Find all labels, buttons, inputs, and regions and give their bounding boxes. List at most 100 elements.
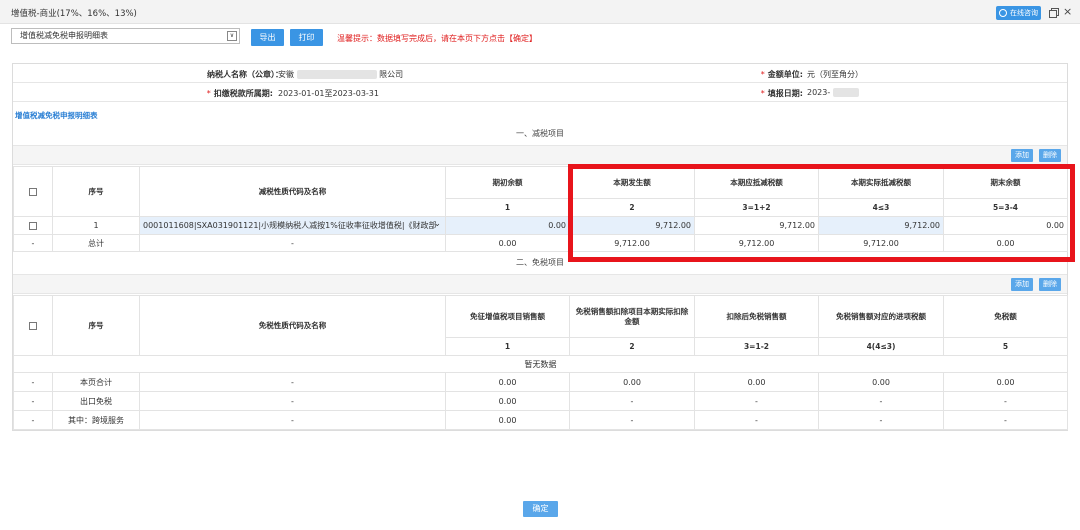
table-row: - 本页合计 - 0.00 0.00 0.00 0.00 0.00: [13, 372, 1068, 392]
row-seq: 1: [52, 216, 140, 235]
row-c4: -: [818, 410, 944, 430]
required-star: *: [760, 89, 765, 98]
col-num: 1: [445, 198, 570, 217]
exemption-select-all-cell: [13, 295, 53, 356]
row-name: -: [139, 410, 446, 430]
row-c2: -: [569, 391, 695, 411]
col-num: 5: [943, 337, 1068, 356]
table-row: - 出口免税 - 0.00 - - - -: [13, 391, 1068, 411]
online-consult-label: 在线咨询: [1010, 9, 1038, 17]
headset-icon: [999, 9, 1007, 17]
reduction-code-select[interactable]: 0001011608|SXA031901121|小规模纳税人减按1%征收率征收增…: [139, 216, 446, 235]
header-net-exempt-sales: 扣除后免税销售额: [694, 295, 819, 338]
row-c3: -: [694, 391, 819, 411]
highlight-annotation-box: [568, 164, 1075, 262]
header-exempt-amount: 免税额: [943, 295, 1068, 338]
close-icon[interactable]: ×: [1063, 6, 1073, 17]
print-button[interactable]: 打印: [290, 29, 323, 46]
taxpayer-name-label: 纳税人名称（公章）：: [207, 70, 283, 79]
empty-data-text: 暂无数据: [13, 355, 1068, 373]
fill-date-label: * 填报日期:: [703, 88, 803, 99]
total-c1: 0.00: [445, 234, 570, 252]
amount-unit-value: 元（列至角分）: [807, 70, 863, 79]
select-all-checkbox[interactable]: [29, 321, 37, 330]
header-input-tax: 免税销售额对应的进项税额: [818, 295, 944, 338]
window-title: 增值税-商业(17%、16%、13%): [11, 9, 137, 19]
row-c3: -: [694, 410, 819, 430]
row-c5: -: [943, 410, 1068, 430]
reduction-code-value: 0001011608|SXA031901121|小规模纳税人减按1%征收率征收增…: [143, 221, 437, 230]
header-name: 免税性质代码及名称: [139, 295, 446, 356]
period-value: 2023-01-01至2023-03-31: [278, 89, 379, 98]
redaction-mask: [296, 70, 377, 79]
reduction-toolbar: 添加 删除: [13, 145, 1067, 165]
period-label-text: 扣缴税款所属期:: [213, 89, 273, 98]
info-row-period: * 扣缴税款所属期: 2023-01-01至2023-03-31 * 填报日期: 2…: [13, 83, 1067, 102]
confirm-button[interactable]: 确定: [523, 501, 558, 517]
header-deducted-amount: 免税销售额扣除项目本期实际扣除金额: [569, 295, 695, 338]
taxpayer-name-value: 安徽 限公司: [278, 69, 403, 80]
opening-balance-input[interactable]: 0.00: [445, 216, 570, 235]
report-type-select[interactable]: 增值税减免税申报明细表 ∨: [11, 28, 240, 44]
row-c1: 0.00: [445, 391, 570, 411]
row-checkbox-cell: [13, 216, 53, 235]
col-num: 1: [445, 337, 570, 356]
row-checkbox[interactable]: [29, 221, 37, 230]
window-titlebar: 增值税-商业(17%、16%、13%) 在线咨询 ×: [0, 0, 1080, 24]
chevron-down-icon[interactable]: ⌄: [433, 219, 441, 229]
select-all-checkbox[interactable]: [29, 187, 37, 196]
period-label: * 扣缴税款所属期:: [123, 88, 273, 99]
row-dash: -: [13, 372, 53, 392]
row-dash: -: [13, 410, 53, 430]
report-type-value: 增值税减免税申报明细表: [20, 31, 108, 40]
row-label: 出口免税: [52, 391, 140, 411]
reduction-select-all-cell: [13, 166, 53, 217]
reduction-section-title: 一、减税项目: [516, 129, 564, 138]
chevron-down-icon[interactable]: ∨: [227, 31, 237, 41]
taxpayer-name-suffix: 限公司: [379, 70, 404, 79]
export-button[interactable]: 导出: [251, 29, 284, 46]
col-num: 4(4≤3): [818, 337, 944, 356]
required-star: *: [206, 89, 211, 98]
row-c4: 0.00: [818, 372, 944, 392]
row-c5: -: [943, 391, 1068, 411]
exemption-add-button[interactable]: 添加: [1011, 278, 1033, 291]
row-c1: 0.00: [445, 410, 570, 430]
fill-date-value: 2023-: [807, 88, 859, 97]
row-name: -: [139, 391, 446, 411]
reduction-delete-button[interactable]: 删除: [1039, 149, 1061, 162]
row-c4: -: [818, 391, 944, 411]
table-row: - 其中：跨境服务 - 0.00 - - - -: [13, 410, 1068, 430]
form-title-link[interactable]: 增值税减免税申报明细表: [15, 110, 98, 121]
exemption-toolbar: 添加 删除: [13, 274, 1067, 294]
online-consult-button[interactable]: 在线咨询: [996, 6, 1041, 20]
info-row-taxpayer: 纳税人名称（公章）： 安徽 限公司 * 金额单位: 元（列至角分）: [13, 64, 1067, 83]
total-label: 总计: [52, 234, 140, 252]
row-c5: 0.00: [943, 372, 1068, 392]
header-seq: 序号: [52, 166, 140, 217]
amount-unit-label-text: 金额单位:: [767, 70, 803, 79]
col-num: 2: [569, 337, 695, 356]
tip-text: 温馨提示：数据填写完成后，请在本页下方点击【确定】: [337, 34, 537, 43]
exemption-table: 序号 免税性质代码及名称 免征增值税项目销售额 免税销售额扣除项目本期实际扣除金…: [13, 295, 1068, 430]
header-opening-balance: 期初余额: [445, 166, 570, 199]
row-label: 本页合计: [52, 372, 140, 392]
required-star: *: [760, 70, 765, 79]
row-c1: 0.00: [445, 372, 570, 392]
col-num: 3=1-2: [694, 337, 819, 356]
restore-window-icon[interactable]: [1049, 8, 1059, 18]
amount-unit-label: * 金额单位:: [703, 69, 803, 80]
row-label: 其中：跨境服务: [52, 410, 140, 430]
redaction-mask: [832, 88, 859, 97]
row-c3: 0.00: [694, 372, 819, 392]
total-dash: -: [13, 234, 53, 252]
header-seq: 序号: [52, 295, 140, 356]
reduction-add-button[interactable]: 添加: [1011, 149, 1033, 162]
taxpayer-name-prefix: 安徽: [278, 70, 294, 79]
total-name: -: [139, 234, 446, 252]
header-exempt-sales: 免征增值税项目销售额: [445, 295, 570, 338]
fill-date-label-text: 填报日期:: [767, 89, 803, 98]
row-name: -: [139, 372, 446, 392]
row-c2: -: [569, 410, 695, 430]
exemption-delete-button[interactable]: 删除: [1039, 278, 1061, 291]
